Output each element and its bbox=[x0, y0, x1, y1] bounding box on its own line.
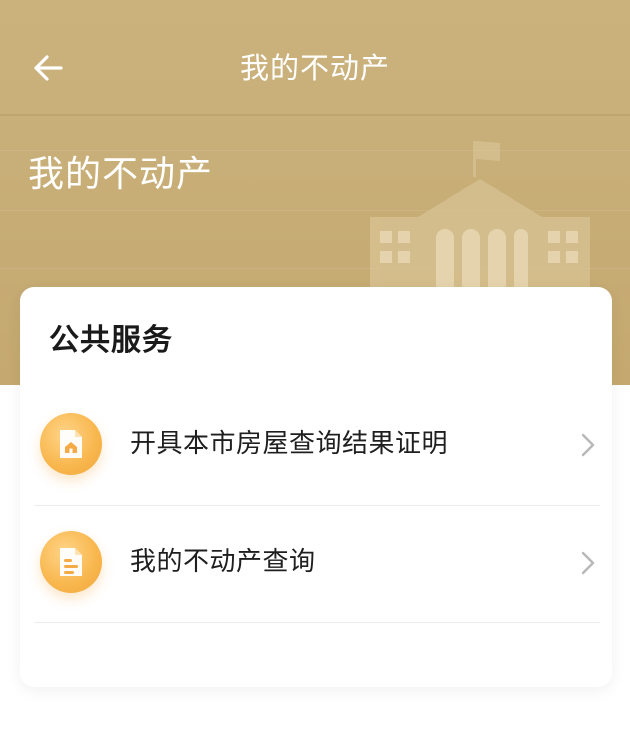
chevron-right-icon bbox=[581, 433, 595, 457]
public-services-card: 公共服务 开具本市房屋查询结果证明 我的不动产查询 bbox=[20, 287, 612, 687]
house-document-icon bbox=[40, 413, 102, 475]
list-item-label: 开具本市房屋查询结果证明 bbox=[130, 429, 449, 459]
section-title: 公共服务 bbox=[49, 323, 173, 358]
list-item-property-certificate[interactable]: 开具本市房屋查询结果证明 bbox=[20, 387, 612, 505]
list-item-property-query[interactable]: 我的不动产查询 bbox=[20, 505, 612, 623]
page-title: 我的不动产 bbox=[239, 51, 390, 85]
navigation-bar: 我的不动产 bbox=[0, 0, 630, 116]
document-list-icon bbox=[40, 531, 102, 593]
chevron-right-icon bbox=[581, 551, 595, 575]
list-item-label: 我的不动产查询 bbox=[130, 547, 316, 577]
divider bbox=[34, 622, 600, 623]
building-icon bbox=[370, 141, 590, 295]
banner-title: 我的不动产 bbox=[28, 154, 214, 195]
